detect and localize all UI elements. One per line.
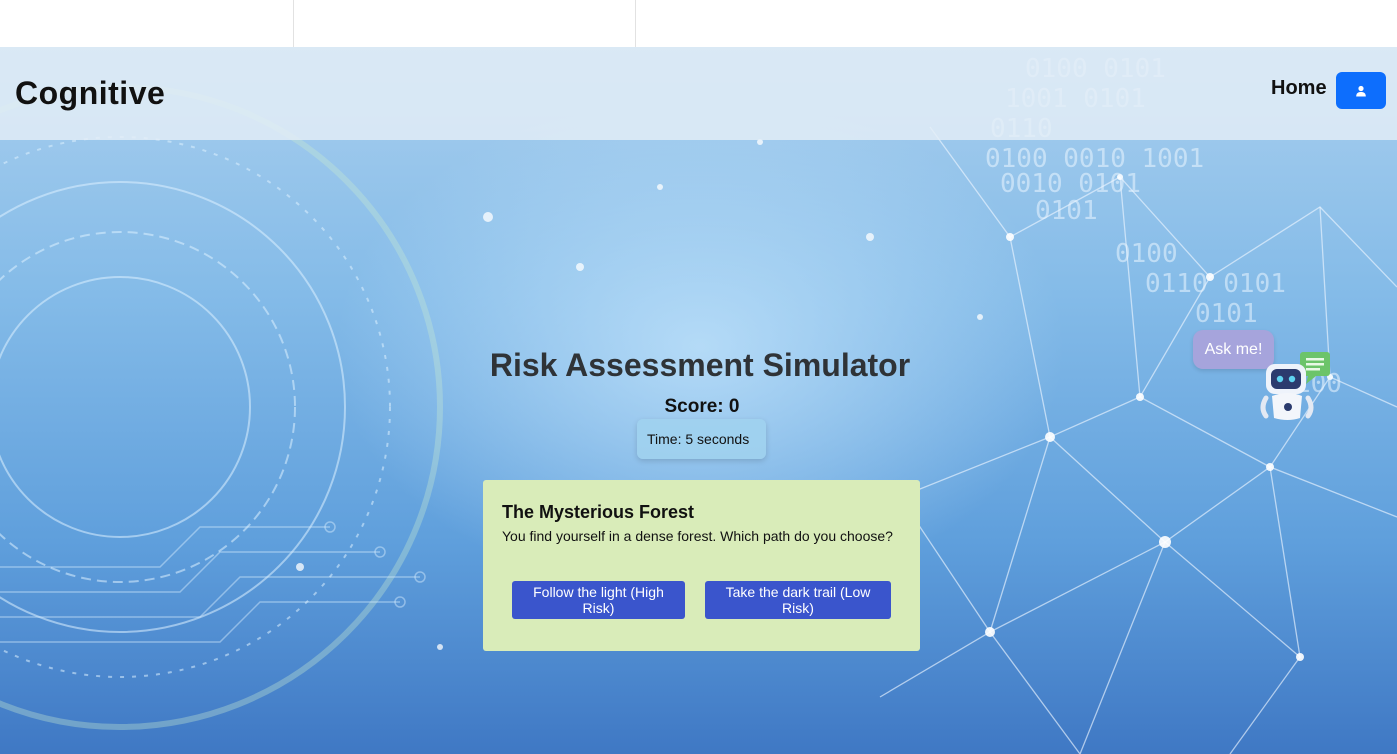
strip-divider [293,0,294,47]
brand-logo-text[interactable]: Cognitive [15,75,165,112]
browser-top-strip [0,0,1397,47]
svg-text:0100: 0100 [1115,239,1178,269]
strip-divider [635,0,636,47]
svg-text:0110 0101: 0110 0101 [1145,269,1286,299]
svg-text:0101: 0101 [1035,196,1098,226]
svg-text:0101: 0101 [1195,299,1258,329]
svg-text:0010 0101: 0010 0101 [1000,169,1141,199]
robot-icon [1260,352,1330,420]
scenario-description: You find yourself in a dense forest. Whi… [502,528,893,544]
nav-home-link[interactable]: Home [1271,77,1327,100]
choice-high-risk-button[interactable]: Follow the light (High Risk) [512,581,685,619]
score-display: Score: 0 [664,396,740,417]
scenario-title: The Mysterious Forest [502,502,695,522]
chatbot-robot-button[interactable] [1258,350,1334,424]
user-icon [1356,85,1366,96]
top-navbar: Cognitive Home [0,47,1397,140]
scenario-card: The Mysterious Forest You find yourself … [483,480,920,651]
timer-display: Time: 5 seconds [637,419,766,459]
page-title: Risk Assessment Simulator [489,347,911,383]
user-profile-button[interactable] [1336,72,1386,109]
choice-low-risk-button[interactable]: Take the dark trail (Low Risk) [705,581,891,619]
